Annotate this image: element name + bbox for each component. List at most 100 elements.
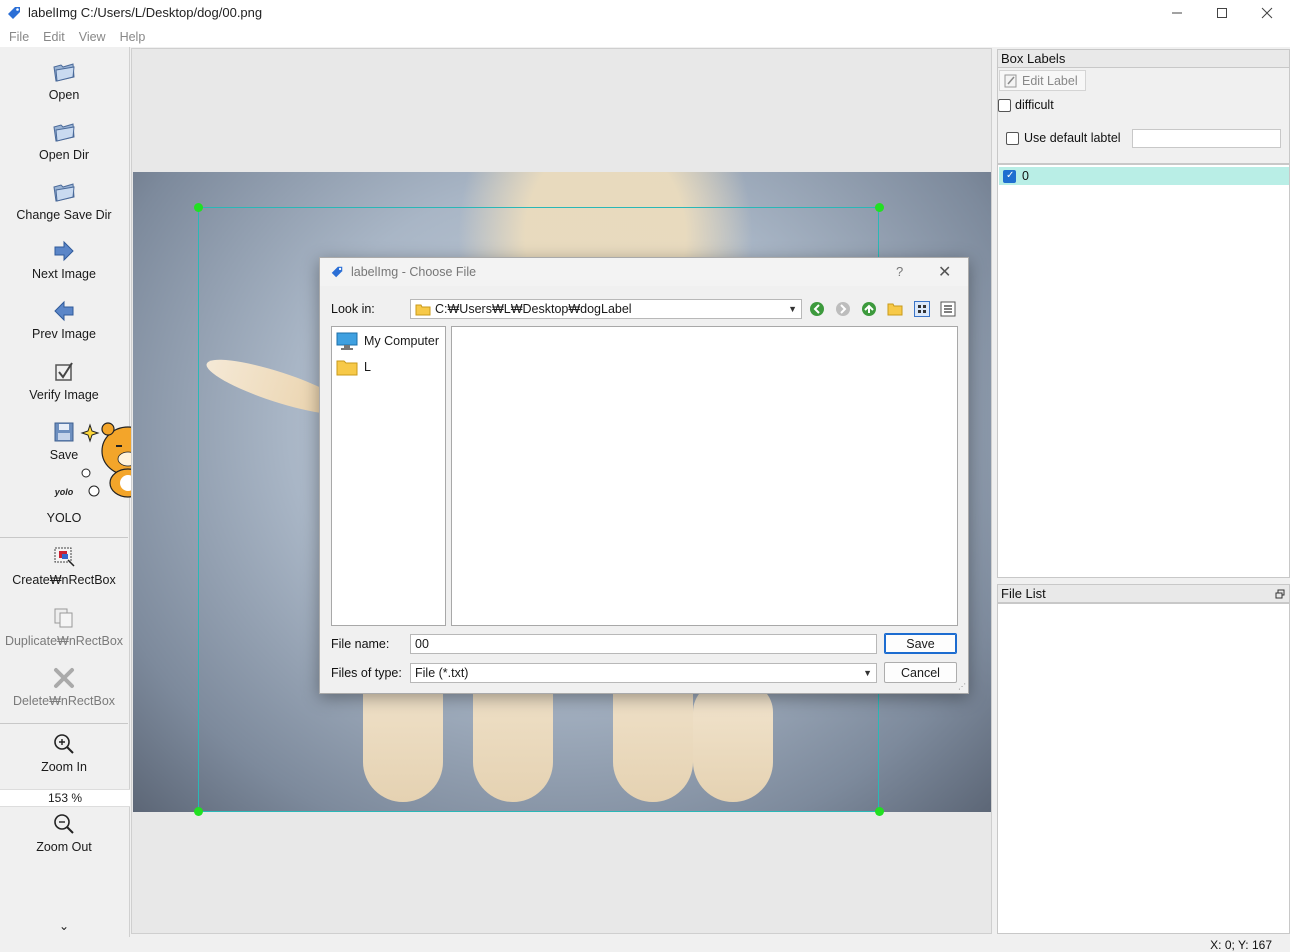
file-list-title-text: File List: [1001, 586, 1046, 601]
menu-help[interactable]: Help: [113, 30, 153, 44]
open-label: Open: [48, 88, 80, 102]
menu-edit[interactable]: Edit: [36, 30, 72, 44]
delete-x-icon: [54, 668, 74, 688]
next-image-label: Next Image: [32, 267, 96, 281]
bbox-handle-bottom-right[interactable]: [875, 807, 884, 816]
zoom-in-label: Zoom In: [41, 760, 87, 774]
title-bar: labelImg C:/Users/L/Desktop/dog/00.png: [0, 0, 1290, 26]
open-dir-button[interactable]: Open Dir: [0, 119, 128, 162]
difficult-checkbox[interactable]: [998, 99, 1011, 112]
label-item-checkbox[interactable]: [1003, 170, 1016, 183]
place-user-folder[interactable]: L: [336, 356, 371, 378]
bbox-handle-top-left[interactable]: [194, 203, 203, 212]
dialog-close-button[interactable]: ✕: [938, 262, 951, 282]
open-button[interactable]: Open: [0, 59, 128, 102]
delete-rectbox-label: Delete₩nRectBox: [12, 694, 116, 708]
prev-image-label: Prev Image: [32, 327, 96, 341]
minimize-icon: [1172, 12, 1182, 14]
look-in-label: Look in:: [331, 302, 375, 316]
yolo-label: YOLO: [46, 511, 82, 525]
place-my-computer[interactable]: My Computer: [336, 330, 439, 352]
zoom-in-button[interactable]: Zoom In: [0, 731, 128, 774]
back-icon[interactable]: [809, 301, 825, 317]
change-save-dir-label: Change Save Dir: [16, 208, 112, 222]
labelimg-app-icon: [8, 7, 20, 19]
dialog-help-button[interactable]: ?: [896, 264, 903, 279]
minimize-button[interactable]: [1154, 0, 1200, 26]
maximize-button[interactable]: [1199, 0, 1245, 26]
computer-icon: [336, 332, 358, 350]
default-label-input[interactable]: [1132, 129, 1281, 148]
save-dialog-button[interactable]: Save: [884, 633, 957, 654]
file-name-input[interactable]: 00: [410, 634, 877, 654]
folder-icon: [415, 304, 431, 316]
maximize-icon: [1217, 8, 1227, 18]
files-of-type-value: File (*.txt): [415, 666, 469, 680]
open-dir-label: Open Dir: [38, 148, 90, 162]
place-label: L: [364, 360, 371, 374]
float-dock-icon[interactable]: [1275, 589, 1285, 599]
choose-file-dialog: labelImg - Choose File ? ✕ Look in: C:₩U…: [319, 257, 969, 694]
arrow-right-icon: [54, 240, 74, 262]
duplicate-rectbox-label: Duplicate₩nRectBox: [4, 634, 124, 648]
label-item-text: 0: [1022, 169, 1029, 183]
forward-icon[interactable]: [835, 301, 851, 317]
menu-bar: File Edit View Help: [0, 26, 1290, 47]
bbox-handle-bottom-left[interactable]: [194, 807, 203, 816]
close-button[interactable]: [1244, 0, 1290, 26]
zoom-out-button[interactable]: Zoom Out: [0, 811, 128, 854]
next-image-button[interactable]: Next Image: [0, 238, 128, 281]
file-list: [997, 603, 1290, 934]
zoom-level-spinbox[interactable]: 153 %: [0, 789, 130, 807]
detail-view-icon[interactable]: [940, 301, 956, 317]
window-title: labelImg C:/Users/L/Desktop/dog/00.png: [28, 5, 263, 20]
toolbar-more-button[interactable]: ⌄: [0, 919, 128, 933]
label-list: 0: [997, 164, 1290, 578]
edit-label-button[interactable]: Edit Label: [999, 70, 1086, 91]
label-list-item[interactable]: 0: [999, 167, 1289, 185]
verify-image-label: Verify Image: [29, 388, 99, 402]
menu-view[interactable]: View: [72, 30, 113, 44]
resize-grip-icon[interactable]: ⋰: [958, 682, 966, 691]
create-rectbox-button[interactable]: Create₩nRectBox: [0, 544, 128, 587]
create-rect-icon: [54, 547, 75, 567]
floppy-disk-icon: [54, 422, 74, 442]
zoom-out-icon: [54, 814, 74, 834]
look-in-combobox[interactable]: C:₩Users₩L₩Desktop₩dogLabel ▼: [410, 299, 802, 319]
zoom-out-label: Zoom Out: [36, 840, 92, 854]
prev-image-button[interactable]: Prev Image: [0, 298, 128, 341]
duplicate-rectbox-button[interactable]: Duplicate₩nRectBox: [0, 605, 128, 648]
parent-directory-icon[interactable]: [861, 301, 877, 317]
list-view-icon[interactable]: [914, 301, 930, 317]
edit-label-text: Edit Label: [1022, 73, 1078, 88]
files-of-type-combobox[interactable]: File (*.txt) ▼: [410, 663, 877, 683]
new-folder-icon[interactable]: [887, 301, 903, 317]
toolbar-separator: [0, 537, 128, 538]
use-default-label-checkbox[interactable]: [1006, 132, 1019, 145]
files-list-view[interactable]: [451, 326, 958, 626]
file-name-label: File name:: [331, 637, 390, 651]
chevron-down-icon: ▼: [788, 304, 797, 314]
toolbar-separator: [0, 723, 128, 724]
verify-image-button[interactable]: Verify Image: [0, 359, 128, 402]
labelimg-app-icon: [331, 266, 343, 278]
checkbox-icon: [55, 362, 73, 381]
dialog-title: labelImg - Choose File: [351, 265, 477, 279]
cursor-coordinates: X: 0; Y: 167: [1210, 938, 1272, 952]
edit-pencil-icon: [1004, 74, 1017, 87]
status-bar: X: 0; Y: 167: [0, 937, 1290, 952]
menu-file[interactable]: File: [2, 30, 36, 44]
bbox-handle-top-right[interactable]: [875, 203, 884, 212]
files-of-type-label: Files of type:: [331, 666, 402, 680]
create-rectbox-label: Create₩nRectBox: [12, 573, 116, 587]
chevron-down-icon: ▼: [863, 668, 872, 678]
delete-rectbox-button[interactable]: Delete₩nRectBox: [0, 665, 128, 708]
folder-open-icon: [53, 63, 75, 82]
change-save-dir-button[interactable]: Change Save Dir: [0, 179, 128, 222]
arrow-left-icon: [54, 300, 74, 322]
cancel-dialog-button[interactable]: Cancel: [884, 662, 957, 683]
place-label: My Computer: [364, 334, 440, 348]
folder-icon: [336, 360, 358, 376]
folder-open-icon: [53, 183, 75, 202]
use-default-label-text: Use default labtel: [1024, 131, 1121, 145]
